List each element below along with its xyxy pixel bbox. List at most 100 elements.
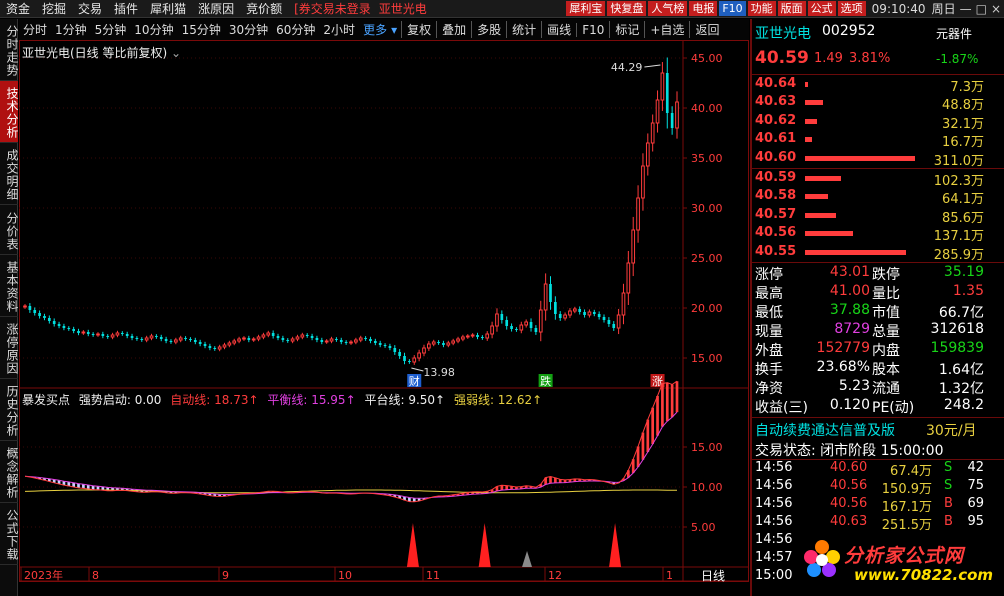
gongshi-button[interactable]: 公式 <box>807 1 836 16</box>
stat-row: 外盘 152779 内盘 159839 <box>752 340 1004 359</box>
dianbao-button[interactable]: 电报 <box>689 1 718 16</box>
stat-value: 152779 <box>816 340 870 356</box>
diejia-button[interactable]: 叠加 <box>436 21 471 38</box>
period-10min[interactable]: 10分钟 <box>130 21 177 38</box>
candle-body <box>524 321 529 326</box>
indicator-tick-label: 5.00 <box>691 521 716 534</box>
bid-row[interactable]: 40.58 64.1万 <box>752 188 1004 207</box>
sidebar-tab-jishu[interactable]: 技术分析 <box>0 81 19 143</box>
chevron-down-icon[interactable]: ⌄ <box>171 46 181 60</box>
menu-item[interactable]: 插件 <box>108 0 144 17</box>
add-favorite-button[interactable]: +自选 <box>644 21 689 38</box>
indicator-name[interactable]: 暴发买点 <box>22 393 70 407</box>
bid-row[interactable]: 40.56 137.1万 <box>752 225 1004 244</box>
period-30min[interactable]: 30分钟 <box>225 21 272 38</box>
period-5min[interactable]: 5分钟 <box>91 21 131 38</box>
back-button[interactable]: 返回 <box>689 21 724 38</box>
sidebar-tab-jiben[interactable]: 基本资料 <box>0 255 19 317</box>
candle-body <box>476 335 479 337</box>
candle-body <box>339 340 343 342</box>
f10-button[interactable]: F10 <box>719 1 746 16</box>
candle-body <box>101 334 105 336</box>
period-15min[interactable]: 15分钟 <box>178 21 225 38</box>
ask-row[interactable]: 40.61 16.7万 <box>752 131 1004 150</box>
bid-row[interactable]: 40.59 102.3万 <box>752 170 1004 189</box>
login-warning[interactable]: [券交易未登录 <box>288 0 373 17</box>
tick-row: 14:56 40.60 67.4万 S 42 <box>752 460 1004 479</box>
x-tick-label: 8 <box>92 569 99 582</box>
xuanxiang-button[interactable]: 选项 <box>837 1 866 16</box>
menu-item[interactable]: 资金 <box>0 0 36 17</box>
close-icon[interactable]: × <box>991 2 1001 16</box>
kline-chart[interactable]: 45.0040.0035.0030.0025.0020.0015.0044.29… <box>19 40 749 596</box>
sidebar-tab-gainian[interactable]: 概念解析 <box>0 441 19 503</box>
ask-row[interactable]: 40.62 32.1万 <box>752 113 1004 132</box>
sidebar-tab-zhangting[interactable]: 涨停原因 <box>0 317 19 379</box>
sidebar-tab-lishi[interactable]: 历史分析 <box>0 379 19 441</box>
candle-body <box>251 338 256 341</box>
ask-row[interactable]: 40.63 48.8万 <box>752 94 1004 113</box>
candle-body <box>373 341 377 343</box>
quote-level-price: 40.64 <box>755 76 797 91</box>
tick-price: 40.60 <box>830 460 868 475</box>
promo-price[interactable]: 30元/月 <box>926 420 977 440</box>
tick-row: 14:56 40.56 167.1万 B 69 <box>752 496 1004 515</box>
sidebar-tab-gongshi[interactable]: 公式下载 <box>0 503 19 565</box>
period-fenshi[interactable]: 分时 <box>19 21 51 38</box>
tongji-button[interactable]: 统计 <box>506 21 541 38</box>
ask-row[interactable]: 40.64 7.3万 <box>752 76 1004 95</box>
candle-body <box>81 331 86 334</box>
fuquan-button[interactable]: 复权 <box>401 21 436 38</box>
candle-body <box>442 343 445 345</box>
renqibang-button[interactable]: 人气榜 <box>648 1 688 16</box>
stat-label: 流通 <box>872 381 900 397</box>
promo-text[interactable]: 自动续费通达信普及版 <box>755 420 895 440</box>
bid-row[interactable]: 40.57 85.6万 <box>752 207 1004 226</box>
sidebar-tab-fenshi[interactable]: 分时走势 <box>0 19 19 81</box>
menu-item[interactable]: 涨原因 <box>192 0 240 17</box>
candle-body <box>295 336 300 340</box>
price-tick-label: 20.00 <box>691 302 723 315</box>
candle-body <box>456 338 460 342</box>
duogu-button[interactable]: 多股 <box>471 21 506 38</box>
biaoji-button[interactable]: 标记 <box>609 21 644 38</box>
maximize-icon[interactable]: □ <box>976 2 987 16</box>
clock-weekday: 周日 <box>931 2 956 16</box>
stat-value: 1.64亿 <box>938 362 984 378</box>
menu-item[interactable]: 竞价额 <box>240 0 288 17</box>
gongneng-button[interactable]: 功能 <box>747 1 776 16</box>
candle-body <box>315 338 319 340</box>
banmian-button[interactable]: 版面 <box>777 1 806 16</box>
candle-body <box>173 339 178 343</box>
huaxian-button[interactable]: 画线 <box>541 21 576 38</box>
sidebar-tab-fenjia[interactable]: 分价表 <box>0 205 19 255</box>
bid-row[interactable]: 40.55 285.9万 <box>752 244 1004 263</box>
stat-label: 净资 <box>755 381 783 397</box>
chevron-down-icon[interactable]: ▾ <box>391 23 401 37</box>
menu-item[interactable]: 交易 <box>72 0 108 17</box>
stat-label: 涨停 <box>755 267 783 283</box>
candle-body <box>572 308 577 312</box>
stat-label: 总量 <box>872 324 900 340</box>
candle-body <box>505 320 509 326</box>
period-more-button[interactable]: 更多 <box>359 21 391 38</box>
stat-label: 最低 <box>755 305 783 321</box>
f10-tool-button[interactable]: F10 <box>576 22 609 37</box>
ask-row[interactable]: 40.60 311.0万 <box>752 150 1004 169</box>
period-60min[interactable]: 60分钟 <box>272 21 319 38</box>
period-2h[interactable]: 2小时 <box>319 21 359 38</box>
candle-body <box>86 332 90 334</box>
xilibao-button[interactable]: 犀利宝 <box>566 1 606 16</box>
high-arrow <box>644 64 661 68</box>
menu-item[interactable]: 犀利猫 <box>144 0 192 17</box>
candle-body <box>189 339 192 340</box>
menu-item[interactable]: 挖掘 <box>36 0 72 17</box>
sector-name[interactable]: 元器件 <box>936 25 972 42</box>
price-tick-label: 15.00 <box>691 352 723 365</box>
kuaifupan-button[interactable]: 快复盘 <box>607 1 647 16</box>
x-tick-label: 9 <box>222 569 229 582</box>
sidebar-tab-chengjiao[interactable]: 成交明细 <box>0 143 19 205</box>
period-1min[interactable]: 1分钟 <box>51 21 91 38</box>
quote-level-price: 40.63 <box>755 94 797 110</box>
minimize-icon[interactable]: — <box>960 2 972 16</box>
